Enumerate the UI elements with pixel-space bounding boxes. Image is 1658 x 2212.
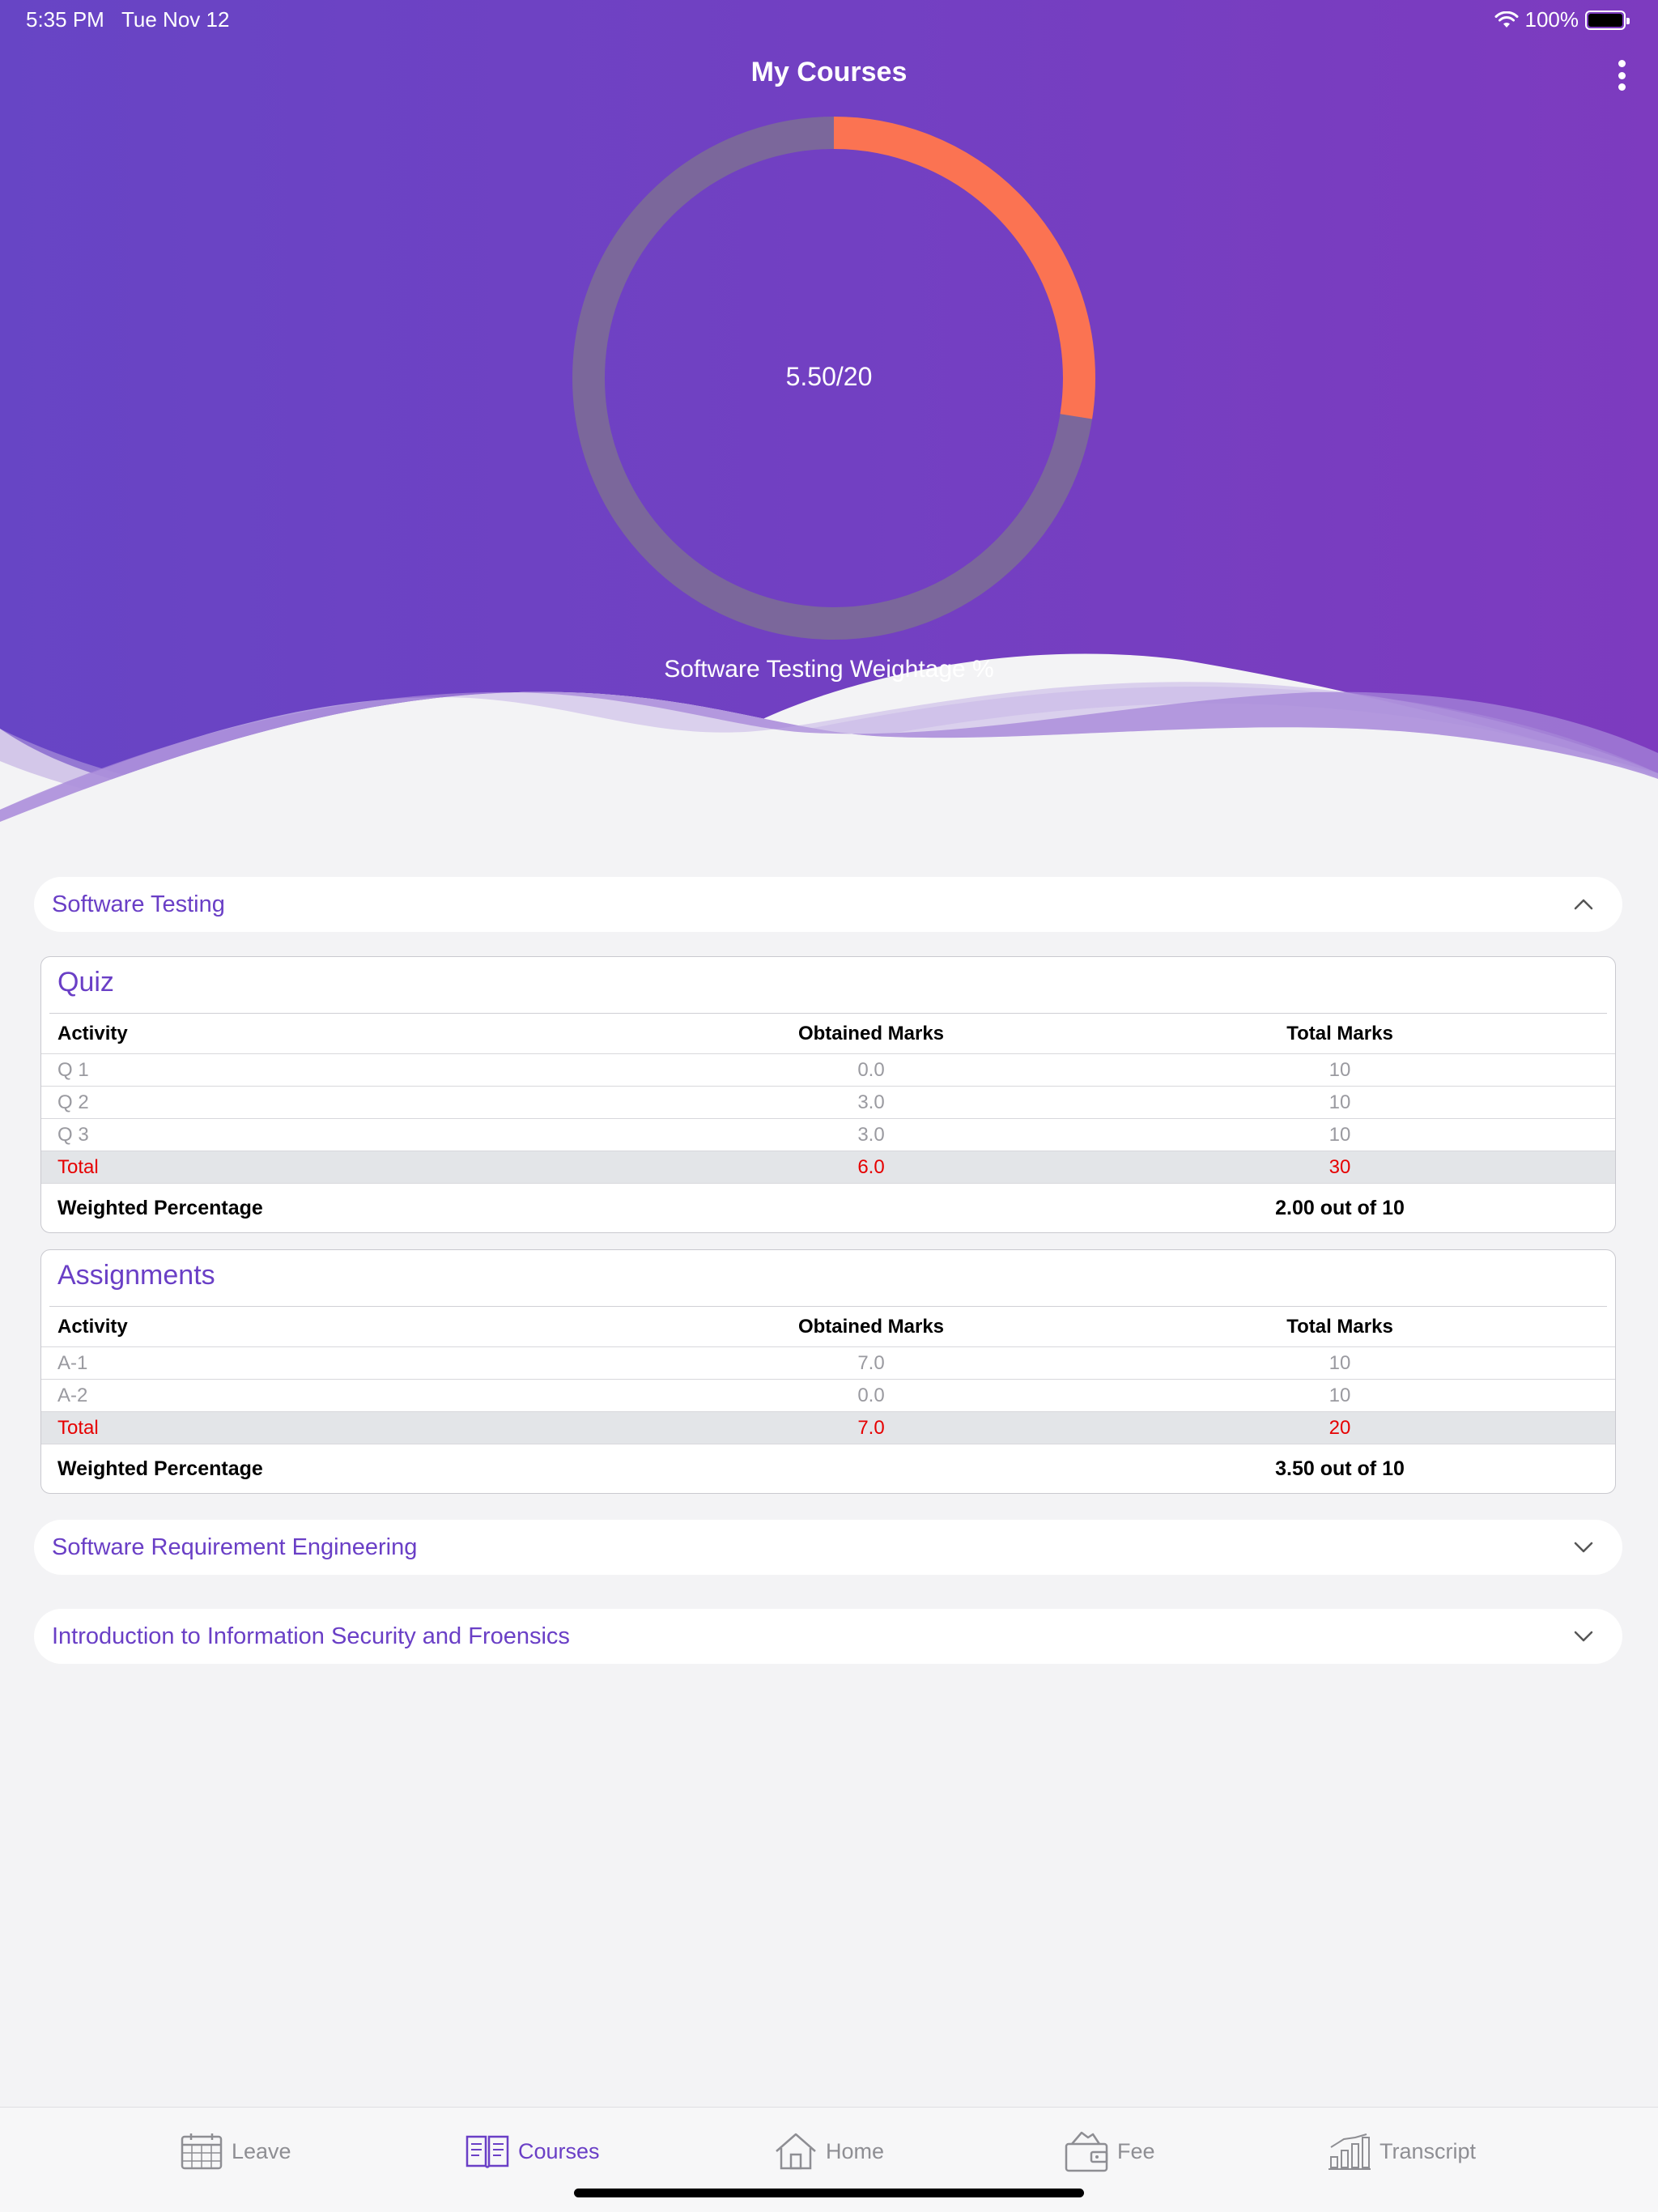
quiz-card: Quiz Activity Obtained Marks Total Marks… bbox=[40, 956, 1616, 1233]
column-total: Total Marks bbox=[1286, 1022, 1393, 1044]
wallet-icon bbox=[1065, 2131, 1108, 2172]
column-total: Total Marks bbox=[1286, 1315, 1393, 1338]
weighted-label: Weighted Percentage bbox=[57, 1196, 263, 1219]
cell-activity: Q 2 bbox=[57, 1091, 89, 1113]
cell-obtained: 6.0 bbox=[857, 1155, 885, 1178]
cell-total: 10 bbox=[1329, 1091, 1351, 1113]
tab-fee[interactable]: Fee bbox=[1064, 2129, 1155, 2174]
total-row: Total 7.0 20 bbox=[41, 1412, 1615, 1444]
chevron-down-icon[interactable] bbox=[1572, 1536, 1595, 1559]
cell-total: 10 bbox=[1329, 1058, 1351, 1081]
column-obtained: Obtained Marks bbox=[797, 1315, 945, 1338]
home-indicator[interactable] bbox=[574, 2189, 1084, 2197]
cell-total: 20 bbox=[1329, 1416, 1351, 1439]
tab-label: Home bbox=[826, 2138, 885, 2163]
tab-label: Courses bbox=[518, 2138, 600, 2163]
cell-obtained: 0.0 bbox=[857, 1058, 885, 1081]
course-name: Software Requirement Engineering bbox=[52, 1534, 418, 1560]
weighted-label: Weighted Percentage bbox=[57, 1457, 263, 1480]
column-obtained: Obtained Marks bbox=[797, 1022, 945, 1044]
book-icon bbox=[466, 2135, 509, 2168]
cell-obtained: 0.0 bbox=[857, 1384, 885, 1406]
weighted-percentage-row: Weighted Percentage 3.50 out of 10 bbox=[41, 1444, 1615, 1493]
weighted-value: 2.00 out of 10 bbox=[1275, 1196, 1405, 1219]
table-header-row: Activity Obtained Marks Total Marks bbox=[41, 1307, 1615, 1347]
cell-activity: Q 3 bbox=[57, 1123, 89, 1146]
cell-obtained: 7.0 bbox=[857, 1416, 885, 1439]
quiz-title: Quiz bbox=[49, 957, 1607, 1014]
cell-total: 10 bbox=[1329, 1384, 1351, 1406]
chart-icon bbox=[1329, 2133, 1371, 2170]
chevron-up-icon[interactable] bbox=[1572, 893, 1595, 916]
tab-label: Transcript bbox=[1380, 2138, 1477, 2163]
donut-chart bbox=[572, 117, 1095, 640]
tab-label: Leave bbox=[232, 2138, 291, 2163]
donut-value-label: 5.50/20 bbox=[785, 362, 873, 391]
course-name: Introduction to Information Security and… bbox=[52, 1623, 570, 1649]
weightage-donut: 5.50/20 Software Testing Weightage % bbox=[0, 0, 1658, 842]
table-row: Q 1 0.0 10 bbox=[41, 1054, 1615, 1087]
tab-leave[interactable]: Leave bbox=[180, 2129, 291, 2174]
chevron-down-icon[interactable] bbox=[1572, 1625, 1595, 1648]
tab-transcript[interactable]: Transcript bbox=[1328, 2129, 1476, 2174]
cell-obtained: 3.0 bbox=[857, 1123, 885, 1146]
table-row: A-1 7.0 10 bbox=[41, 1347, 1615, 1380]
course-header-information-security[interactable]: Introduction to Information Security and… bbox=[34, 1609, 1622, 1664]
table-row: A-2 0.0 10 bbox=[41, 1380, 1615, 1412]
cell-activity: Total bbox=[57, 1416, 99, 1439]
home-icon bbox=[776, 2133, 816, 2170]
cell-activity: Total bbox=[57, 1155, 99, 1178]
weighted-value: 3.50 out of 10 bbox=[1275, 1457, 1405, 1480]
assignments-title: Assignments bbox=[49, 1250, 1607, 1307]
table-row: Q 2 3.0 10 bbox=[41, 1087, 1615, 1119]
course-header-software-requirement-engineering[interactable]: Software Requirement Engineering bbox=[34, 1520, 1622, 1575]
course-name: Software Testing bbox=[52, 891, 225, 917]
assignments-card: Assignments Activity Obtained Marks Tota… bbox=[40, 1249, 1616, 1494]
column-activity: Activity bbox=[57, 1315, 128, 1338]
header: 5:35 PM Tue Nov 12 100% My Courses 5.50/… bbox=[0, 0, 1658, 842]
cell-activity: A-2 bbox=[57, 1384, 88, 1406]
cell-total: 10 bbox=[1329, 1123, 1351, 1146]
column-activity: Activity bbox=[57, 1022, 128, 1044]
cell-total: 30 bbox=[1329, 1155, 1351, 1178]
table-header-row: Activity Obtained Marks Total Marks bbox=[41, 1014, 1615, 1054]
tab-label: Fee bbox=[1117, 2138, 1155, 2163]
cell-activity: A-1 bbox=[57, 1351, 88, 1374]
tab-courses[interactable]: Courses bbox=[465, 2129, 600, 2174]
weighted-percentage-row: Weighted Percentage 2.00 out of 10 bbox=[41, 1184, 1615, 1232]
cell-total: 10 bbox=[1329, 1351, 1351, 1374]
calendar-icon bbox=[181, 2133, 223, 2170]
table-row: Q 3 3.0 10 bbox=[41, 1119, 1615, 1151]
tab-home[interactable]: Home bbox=[774, 2129, 884, 2174]
cell-obtained: 7.0 bbox=[857, 1351, 885, 1374]
course-header-software-testing[interactable]: Software Testing bbox=[34, 877, 1622, 932]
cell-obtained: 3.0 bbox=[857, 1091, 885, 1113]
cell-activity: Q 1 bbox=[57, 1058, 89, 1081]
total-row: Total 6.0 30 bbox=[41, 1151, 1615, 1184]
donut-caption: Software Testing Weightage % bbox=[664, 656, 994, 683]
